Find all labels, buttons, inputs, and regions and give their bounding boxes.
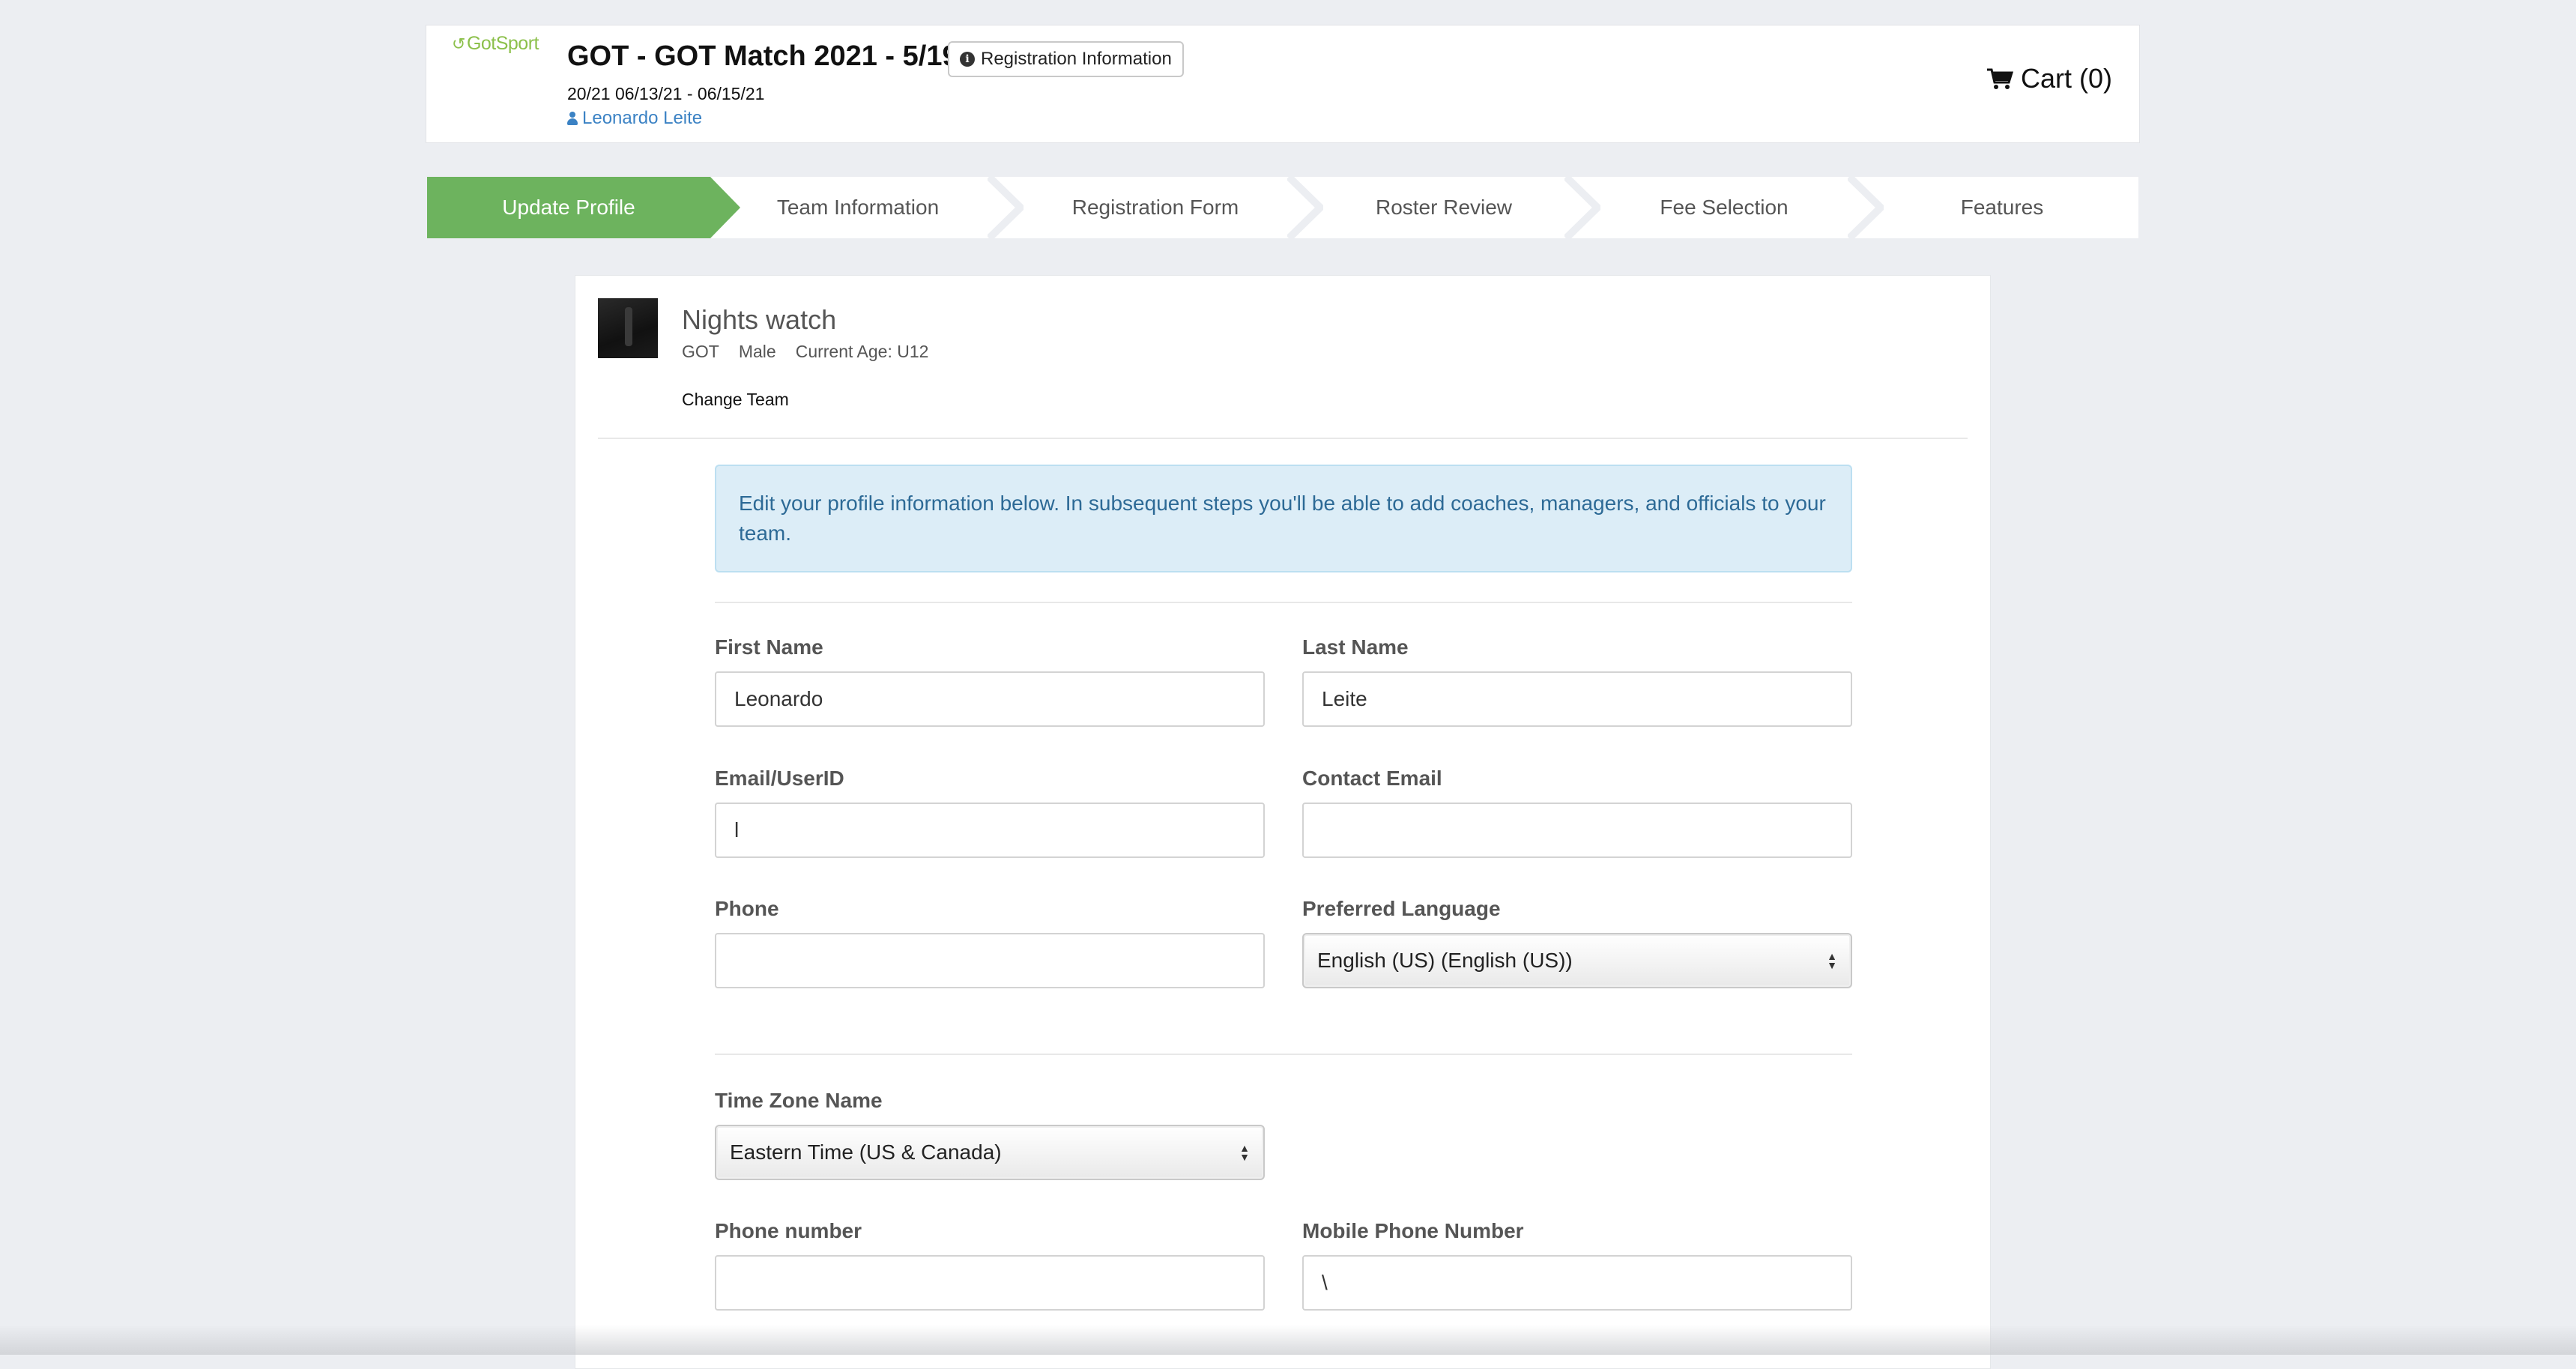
event-dates: 20/21 06/13/21 - 06/15/21 bbox=[567, 84, 765, 103]
user-link[interactable]: Leonardo Leite bbox=[567, 108, 702, 129]
team-gender: Male bbox=[738, 342, 776, 361]
last-name-input[interactable] bbox=[1302, 671, 1852, 727]
info-alert: Edit your profile information below. In … bbox=[715, 465, 1852, 572]
step-roster-review[interactable]: Roster Review bbox=[1305, 177, 1600, 238]
info-icon: i bbox=[960, 52, 975, 67]
team-club: GOT bbox=[682, 342, 719, 361]
language-select[interactable]: English (US) (English (US)) ▲ ▼ bbox=[1302, 933, 1852, 988]
email-group: Email/UserID bbox=[715, 767, 1265, 858]
timezone-select[interactable]: Eastern Time (US & Canada) ▲ ▼ bbox=[715, 1125, 1265, 1180]
cart-icon bbox=[1986, 68, 2013, 89]
registration-info-label: Registration Information bbox=[981, 49, 1172, 69]
divider bbox=[598, 438, 1968, 439]
gotsport-logo-icon: ↺ bbox=[452, 34, 465, 53]
language-value: English (US) (English (US)) bbox=[1317, 949, 1573, 972]
first-name-label: First Name bbox=[715, 635, 823, 659]
cart-button[interactable]: Cart (0) bbox=[1986, 63, 2112, 94]
contact-email-input[interactable] bbox=[1302, 803, 1852, 858]
mobile-phone-group: Mobile Phone Number bbox=[1302, 1219, 1852, 1311]
team-age: Current Age: U12 bbox=[795, 342, 929, 361]
profile-card: Nights watch GOT Male Current Age: U12 C… bbox=[575, 275, 1991, 1369]
gotsport-logo[interactable]: ↺GotSport bbox=[452, 33, 539, 55]
bottom-shadow bbox=[0, 1325, 2576, 1355]
divider bbox=[715, 1054, 1852, 1055]
divider bbox=[715, 602, 1852, 603]
registration-info-button[interactable]: i Registration Information bbox=[948, 41, 1184, 77]
language-label: Preferred Language bbox=[1302, 897, 1501, 920]
phone-number-group: Phone number bbox=[715, 1219, 1265, 1311]
step-divider-icon bbox=[1287, 177, 1323, 238]
timezone-label: Time Zone Name bbox=[715, 1089, 883, 1112]
contact-email-label: Contact Email bbox=[1302, 767, 1442, 790]
email-input[interactable] bbox=[715, 803, 1265, 858]
language-group: Preferred Language English (US) (English… bbox=[1302, 897, 1852, 988]
step-registration-form[interactable]: Registration Form bbox=[1006, 177, 1323, 238]
timezone-group: Time Zone Name Eastern Time (US & Canada… bbox=[715, 1089, 1265, 1180]
phone-label: Phone bbox=[715, 897, 779, 920]
mobile-phone-label: Mobile Phone Number bbox=[1302, 1219, 1524, 1242]
last-name-group: Last Name bbox=[1302, 635, 1852, 727]
team-meta: GOT Male Current Age: U12 bbox=[682, 342, 928, 362]
email-label: Email/UserID bbox=[715, 767, 844, 790]
team-logo bbox=[598, 298, 658, 358]
phone-group: Phone bbox=[715, 897, 1265, 988]
event-header: ↺GotSport GOT - GOT Match 2021 - 5/19 i … bbox=[426, 25, 2140, 143]
last-name-label: Last Name bbox=[1302, 635, 1409, 659]
phone-input[interactable] bbox=[715, 933, 1265, 988]
user-name: Leonardo Leite bbox=[582, 108, 703, 128]
timezone-value: Eastern Time (US & Canada) bbox=[730, 1140, 1002, 1164]
mobile-phone-input[interactable] bbox=[1302, 1255, 1852, 1311]
user-icon bbox=[567, 112, 578, 125]
step-fee-selection[interactable]: Fee Selection bbox=[1582, 177, 1884, 238]
select-arrows-icon: ▲ ▼ bbox=[1827, 950, 1837, 971]
select-arrows-icon: ▲ ▼ bbox=[1239, 1142, 1250, 1163]
step-divider-icon bbox=[988, 177, 1024, 238]
contact-email-group: Contact Email bbox=[1302, 767, 1852, 858]
step-divider-icon bbox=[1848, 177, 1884, 238]
phone-number-input[interactable] bbox=[715, 1255, 1265, 1311]
phone-number-label: Phone number bbox=[715, 1219, 862, 1242]
event-title: GOT - GOT Match 2021 - 5/19 bbox=[567, 40, 958, 72]
first-name-group: First Name bbox=[715, 635, 1265, 727]
change-team-link[interactable]: Change Team bbox=[682, 390, 789, 410]
team-name: Nights watch bbox=[682, 304, 837, 335]
registration-steps: Update Profile Team Information Registra… bbox=[427, 177, 2138, 238]
step-features[interactable]: Features bbox=[1866, 177, 2138, 238]
cart-label: Cart (0) bbox=[2020, 63, 2112, 94]
first-name-input[interactable] bbox=[715, 671, 1265, 727]
step-team-information[interactable]: Team Information bbox=[710, 177, 1024, 238]
step-divider-icon bbox=[1564, 177, 1600, 238]
step-update-profile[interactable]: Update Profile bbox=[427, 177, 740, 238]
